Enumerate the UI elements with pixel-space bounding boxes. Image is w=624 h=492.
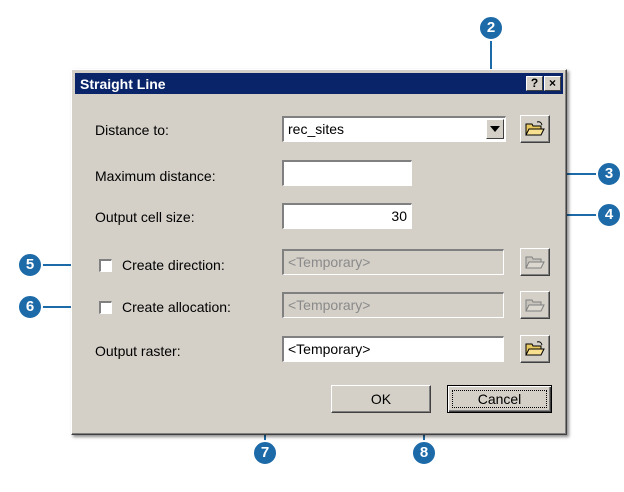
cell-size-label: Output cell size: xyxy=(95,209,195,225)
callout-3: 3 xyxy=(596,161,622,187)
create-direction-label: Create direction: xyxy=(122,257,225,273)
dialog-title: Straight Line xyxy=(80,76,166,92)
direction-output-input[interactable]: <Temporary> xyxy=(282,249,504,275)
browse-output-raster-button[interactable] xyxy=(520,335,550,363)
close-button[interactable]: × xyxy=(544,76,561,91)
create-direction-checkbox[interactable] xyxy=(99,259,112,272)
browse-distance-button[interactable] xyxy=(520,115,550,143)
distance-to-value: rec_sites xyxy=(288,121,345,137)
dropdown-arrow-button[interactable] xyxy=(486,119,504,139)
callout-8: 8 xyxy=(411,440,437,466)
max-distance-label: Maximum distance: xyxy=(95,168,216,184)
cell-size-input[interactable]: 30 xyxy=(282,203,412,229)
open-folder-icon xyxy=(525,341,545,356)
open-folder-icon xyxy=(525,299,545,312)
callout-2: 2 xyxy=(478,15,504,41)
allocation-output-input[interactable]: <Temporary> xyxy=(282,292,504,318)
distance-to-label: Distance to: xyxy=(95,122,169,138)
cancel-button[interactable]: Cancel xyxy=(447,385,552,413)
create-allocation-checkbox[interactable] xyxy=(99,301,112,314)
max-distance-input[interactable] xyxy=(282,160,412,186)
create-allocation-label: Create allocation: xyxy=(122,299,231,315)
triangle-down-icon xyxy=(490,126,500,132)
straight-line-dialog: Straight Line ? × Distance to: rec_sites… xyxy=(71,69,567,435)
callout-5: 5 xyxy=(17,252,43,278)
output-raster-input[interactable]: <Temporary> xyxy=(282,336,504,362)
output-raster-label: Output raster: xyxy=(95,343,181,359)
cancel-button-label: Cancel xyxy=(477,391,522,407)
open-folder-icon xyxy=(525,121,545,136)
callout-6: 6 xyxy=(17,294,43,320)
callout-7: 7 xyxy=(252,440,278,466)
open-folder-icon xyxy=(525,256,545,269)
browse-allocation-button[interactable] xyxy=(520,291,550,319)
callout-4: 4 xyxy=(596,202,622,228)
help-button[interactable]: ? xyxy=(526,76,543,91)
distance-to-dropdown[interactable]: rec_sites xyxy=(282,116,506,142)
browse-direction-button[interactable] xyxy=(520,248,550,276)
ok-button-label: OK xyxy=(370,391,392,407)
ok-button[interactable]: OK xyxy=(331,385,431,413)
title-bar[interactable]: Straight Line ? × xyxy=(75,73,563,94)
